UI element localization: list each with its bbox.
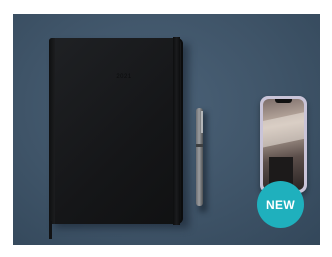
smartphone (260, 96, 307, 193)
phone-screen (263, 99, 304, 190)
phone-notch (275, 99, 292, 103)
pen-clip (201, 111, 203, 133)
product-photo: 2021 NEW (13, 14, 320, 245)
new-badge: NEW (257, 181, 304, 228)
ribbon-bookmark (49, 221, 52, 239)
notebook-year-emboss: 2021 (116, 74, 132, 80)
new-badge-label: NEW (266, 197, 295, 212)
pen-band (196, 144, 203, 147)
black-notebook: 2021 (49, 37, 183, 225)
screen-light (263, 111, 304, 149)
notebook-elastic-band (173, 37, 180, 225)
image-frame: 2021 NEW (0, 0, 332, 257)
notebook-spine (49, 38, 55, 224)
